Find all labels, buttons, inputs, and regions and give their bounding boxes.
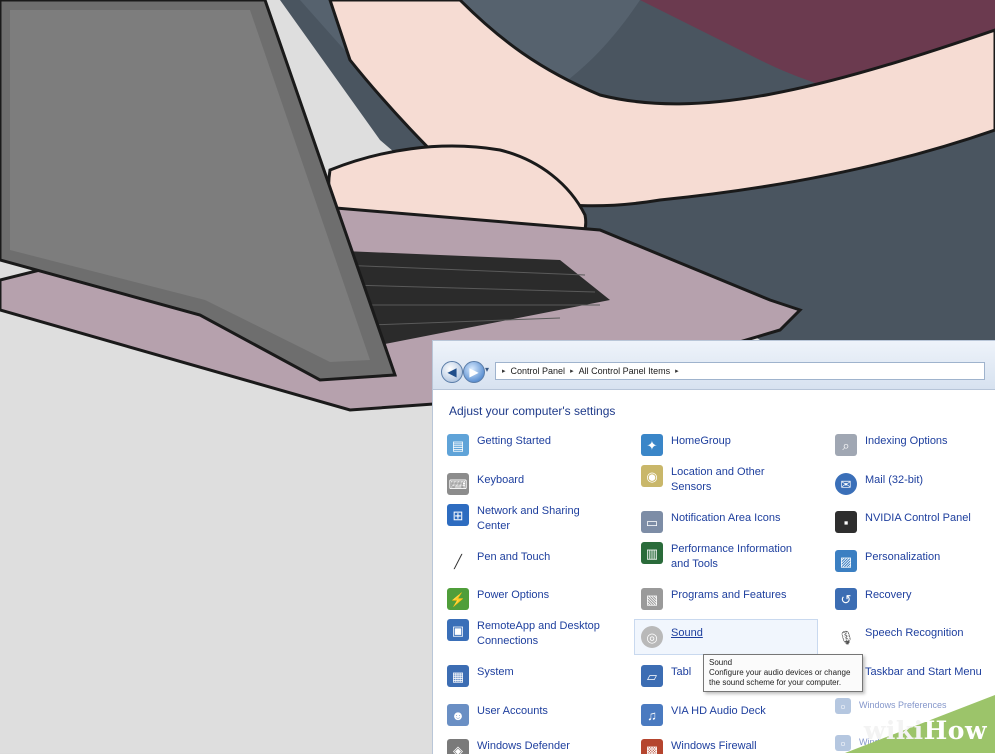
nvidia-icon: ▪ bbox=[835, 511, 857, 533]
control-panel-window: ◀ ▶ ▾ ▸ Control Panel ▸ All Control Pane… bbox=[432, 340, 995, 754]
item-nvidia-control-panel[interactable]: ▪ NVIDIA Control Panel bbox=[835, 511, 971, 533]
item-recovery[interactable]: ↺ Recovery bbox=[835, 588, 911, 610]
forward-button[interactable]: ▶ bbox=[463, 361, 485, 383]
navigation-bar: ◀ ▶ ▾ ▸ Control Panel ▸ All Control Pane… bbox=[433, 341, 995, 390]
getting-started-icon: ▤ bbox=[447, 434, 469, 456]
breadcrumb-separator: ▸ bbox=[570, 368, 574, 375]
item-system[interactable]: ▦ System bbox=[447, 665, 514, 687]
item-location-sensors[interactable]: ◉ Location and Other Sensors bbox=[641, 465, 806, 495]
item-homegroup[interactable]: ✦ HomeGroup bbox=[641, 434, 731, 456]
firewall-icon: ▩ bbox=[641, 739, 663, 754]
item-user-accounts[interactable]: ☻ User Accounts bbox=[447, 704, 548, 726]
address-bar[interactable]: ▸ Control Panel ▸ All Control Panel Item… bbox=[495, 362, 985, 380]
item-indexing-options[interactable]: ⌕ Indexing Options bbox=[835, 434, 948, 456]
wikihow-watermark: wikiHow bbox=[815, 695, 995, 753]
notification-area-icon: ▭ bbox=[641, 511, 663, 533]
item-tablet-pc[interactable]: ▱ Tabl bbox=[641, 665, 691, 687]
indexing-icon: ⌕ bbox=[835, 434, 857, 456]
system-icon: ▦ bbox=[447, 665, 469, 687]
keyboard-icon: ⌨ bbox=[447, 473, 469, 495]
forward-arrow-icon: ▶ bbox=[469, 365, 479, 379]
item-getting-started[interactable]: ▤ Getting Started bbox=[447, 434, 551, 456]
tooltip-title: Sound bbox=[709, 658, 733, 667]
item-keyboard[interactable]: ⌨ Keyboard bbox=[447, 473, 524, 495]
microphone-icon: 🎙 bbox=[835, 626, 857, 648]
watermark-logo: wikiHow bbox=[863, 716, 987, 745]
item-via-hd-audio[interactable]: ♫ VIA HD Audio Deck bbox=[641, 704, 766, 726]
item-windows-firewall[interactable]: ▩ Windows Firewall bbox=[641, 739, 757, 754]
item-remoteapp[interactable]: ▣ RemoteApp and Desktop Connections bbox=[447, 619, 612, 649]
breadcrumb-separator: ▸ bbox=[502, 368, 506, 375]
item-sound[interactable]: ◎ Sound bbox=[634, 619, 818, 655]
tooltip-body: Configure your audio devices or change t… bbox=[709, 668, 851, 687]
item-power-options[interactable]: ⚡ Power Options bbox=[447, 588, 549, 610]
item-mail[interactable]: ✉ Mail (32-bit) bbox=[835, 473, 923, 495]
item-pen-touch[interactable]: ╱ Pen and Touch bbox=[447, 550, 550, 572]
sound-tooltip: Sound Configure your audio devices or ch… bbox=[703, 654, 863, 692]
homegroup-icon: ✦ bbox=[641, 434, 663, 456]
programs-icon: ▧ bbox=[641, 588, 663, 610]
location-sensor-icon: ◉ bbox=[641, 465, 663, 487]
item-notification-area[interactable]: ▭ Notification Area Icons bbox=[641, 511, 780, 533]
recovery-icon: ↺ bbox=[835, 588, 857, 610]
item-personalization[interactable]: ▨ Personalization bbox=[835, 550, 940, 572]
performance-icon: ▥ bbox=[641, 542, 663, 564]
network-icon: ⊞ bbox=[447, 504, 469, 526]
back-arrow-icon: ◀ bbox=[447, 365, 457, 379]
breadcrumb-all-items[interactable]: All Control Panel Items bbox=[579, 366, 671, 376]
power-icon: ⚡ bbox=[447, 588, 469, 610]
audio-deck-icon: ♫ bbox=[641, 704, 663, 726]
item-programs-features[interactable]: ▧ Programs and Features bbox=[641, 588, 787, 610]
item-windows-defender[interactable]: ◈ Windows Defender bbox=[447, 739, 570, 754]
item-speech-recognition[interactable]: 🎙 Speech Recognition bbox=[835, 626, 963, 648]
pen-icon: ╱ bbox=[447, 550, 469, 572]
item-network-sharing[interactable]: ⊞ Network and Sharing Center bbox=[447, 504, 612, 534]
back-button[interactable]: ◀ bbox=[441, 361, 463, 383]
mail-icon: ✉ bbox=[835, 473, 857, 495]
users-icon: ☻ bbox=[447, 704, 469, 726]
item-performance-info[interactable]: ▥ Performance Information and Tools bbox=[641, 542, 806, 572]
breadcrumb-control-panel[interactable]: Control Panel bbox=[511, 366, 566, 376]
personalization-icon: ▨ bbox=[835, 550, 857, 572]
tablet-icon: ▱ bbox=[641, 665, 663, 687]
breadcrumb-separator: ▸ bbox=[675, 368, 679, 375]
defender-icon: ◈ bbox=[447, 739, 469, 754]
recent-pages-dropdown[interactable]: ▾ bbox=[485, 365, 489, 374]
speaker-icon: ◎ bbox=[641, 626, 663, 648]
page-title: Adjust your computer's settings bbox=[449, 404, 616, 418]
remote-desktop-icon: ▣ bbox=[447, 619, 469, 641]
